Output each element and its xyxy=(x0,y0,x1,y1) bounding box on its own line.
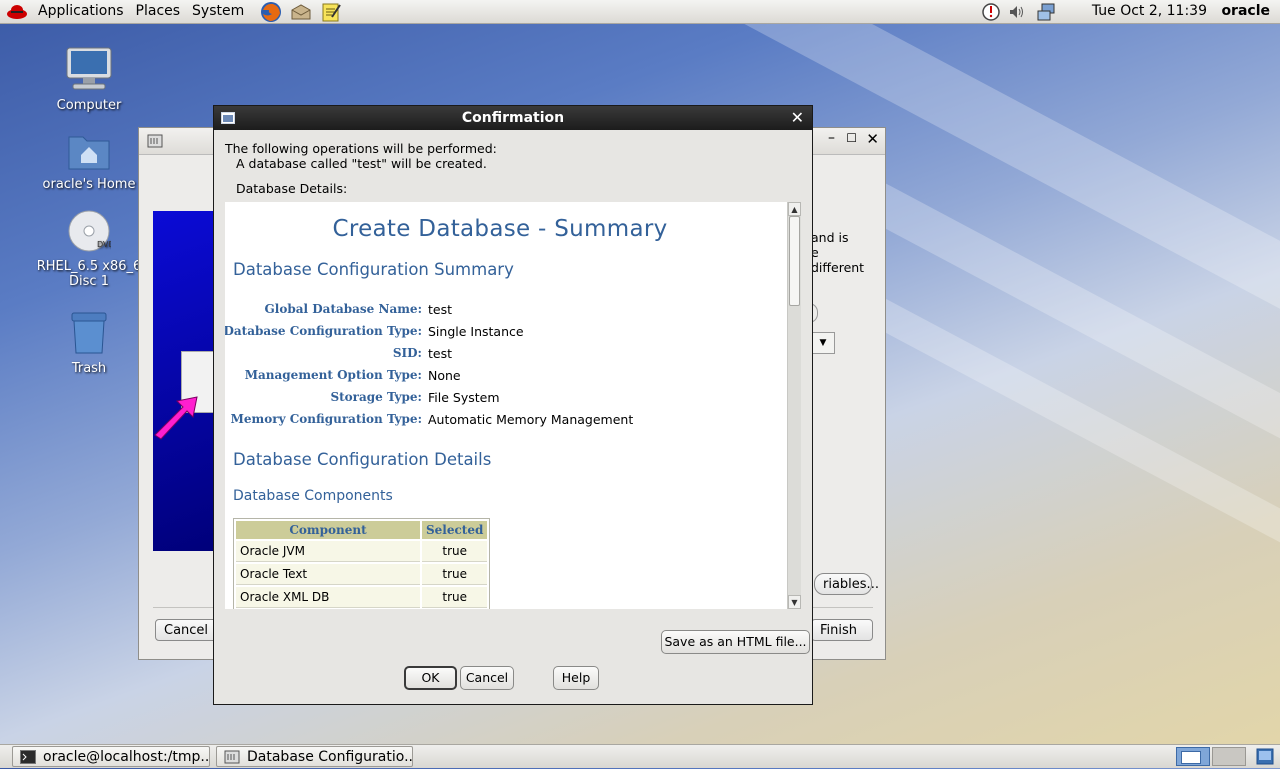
confirmation-dialog: Confirmation ✕ The following operations … xyxy=(213,105,813,705)
column-header-selected: Selected xyxy=(422,521,488,539)
wizard-image xyxy=(153,211,213,551)
details-label: Database Details: xyxy=(236,181,348,196)
dialog-titlebar[interactable]: Confirmation ✕ xyxy=(214,106,812,130)
field-value: test xyxy=(428,346,453,361)
summary-pane[interactable]: Create Database - Summary Database Confi… xyxy=(225,202,787,609)
field-label: Global Database Name: xyxy=(264,302,422,316)
dvd-icon: DVD xyxy=(29,209,149,257)
cancel-button[interactable]: Cancel xyxy=(460,666,514,690)
app-window-icon xyxy=(147,133,163,153)
menu-places[interactable]: Places xyxy=(130,0,187,24)
section-summary-heading: Database Configuration Summary xyxy=(233,260,514,279)
save-as-html-button[interactable]: Save as an HTML file... xyxy=(661,630,810,654)
workspace-2[interactable] xyxy=(1212,747,1246,766)
menu-system[interactable]: System xyxy=(186,0,250,24)
section-components-heading: Database Components xyxy=(233,488,393,504)
desktop-icon-home[interactable]: oracle's Home xyxy=(29,131,149,192)
trash-icon xyxy=(29,311,149,359)
finish-button[interactable]: Finish xyxy=(811,619,873,641)
task-dbca[interactable]: Database Configuratio... xyxy=(216,746,413,767)
table-row: Oracle XML DB true xyxy=(236,587,488,608)
minimize-icon[interactable]: – xyxy=(828,130,835,146)
task-label: Database Configuratio... xyxy=(247,749,413,765)
field-value: test xyxy=(428,302,453,317)
clock[interactable]: Tue Oct 2, 11:39 xyxy=(1092,0,1207,23)
desktop-icon-trash[interactable]: Trash xyxy=(29,311,149,376)
field-label: SID: xyxy=(392,346,422,360)
field-label: Database Configuration Type: xyxy=(225,324,422,338)
column-header-component: Component xyxy=(236,521,420,539)
terminal-icon xyxy=(20,750,36,764)
desktop-icon-computer[interactable]: Computer xyxy=(29,46,149,113)
bg-cancel-button[interactable]: Cancel xyxy=(155,619,217,641)
task-label: oracle@localhost:/tmp... xyxy=(43,749,210,765)
workspace-1[interactable] xyxy=(1176,747,1210,766)
computer-icon xyxy=(29,46,149,96)
dialog-title: Confirmation xyxy=(461,110,565,126)
bottom-panel: oracle@localhost:/tmp... Database Config… xyxy=(0,744,1280,768)
intro-line-2: A database called "test" will be created… xyxy=(236,156,487,171)
section-details-heading: Database Configuration Details xyxy=(233,450,492,469)
component-cell: Oracle Text xyxy=(236,564,420,585)
desktop-icon-label: Trash xyxy=(71,361,107,376)
desktop-icon-dvd[interactable]: DVD RHEL_6.5 x86_6 Disc 1 xyxy=(29,209,149,289)
desktop-icon-label: oracle's Home xyxy=(42,177,136,192)
selected-cell: true xyxy=(422,541,488,562)
window-icon xyxy=(221,112,235,124)
intro-line-1: The following operations will be perform… xyxy=(225,141,497,156)
selected-cell: true xyxy=(422,564,488,585)
selected-cell: true xyxy=(422,587,488,608)
task-terminal[interactable]: oracle@localhost:/tmp... xyxy=(12,746,210,767)
help-button[interactable]: Help xyxy=(553,666,599,690)
summary-main-title: Create Database - Summary xyxy=(332,216,668,242)
update-notifier-icon[interactable] xyxy=(980,1,1002,23)
svg-text:DVD: DVD xyxy=(97,240,111,249)
scroll-thumb[interactable] xyxy=(789,216,800,306)
bg-dropdown[interactable]: ▼ xyxy=(811,332,835,354)
show-desktop-icon[interactable] xyxy=(1256,748,1274,769)
component-cell: Oracle JVM xyxy=(236,541,420,562)
maximize-icon[interactable]: ☐ xyxy=(846,131,857,145)
field-value: File System xyxy=(428,390,500,405)
desktop-icon-label: Computer xyxy=(56,98,122,113)
home-folder-icon xyxy=(29,131,149,175)
field-value: None xyxy=(428,368,461,383)
network-icon[interactable] xyxy=(1036,1,1058,23)
scroll-down-arrow-icon[interactable]: ▼ xyxy=(788,595,801,609)
volume-icon[interactable] xyxy=(1006,1,1028,23)
app-window-icon xyxy=(224,750,240,764)
all-variables-button[interactable]: riables... xyxy=(814,573,879,595)
text-editor-icon[interactable] xyxy=(320,1,342,23)
summary-scrollbar[interactable]: ▲ ▼ xyxy=(787,202,801,609)
user-menu[interactable]: oracle xyxy=(1221,0,1270,23)
components-table: Component Selected Oracle JVM true Oracl… xyxy=(233,518,491,609)
firefox-icon[interactable] xyxy=(260,1,282,23)
field-label: Storage Type: xyxy=(330,390,422,404)
ok-button[interactable]: OK xyxy=(404,666,457,690)
field-value: Automatic Memory Management xyxy=(428,412,634,427)
scroll-up-arrow-icon[interactable]: ▲ xyxy=(788,202,801,216)
bg-partial-text: and is e different xyxy=(811,230,865,275)
table-header-row: Component Selected xyxy=(236,521,488,539)
close-icon[interactable]: ✕ xyxy=(791,106,804,130)
redhat-logo-icon[interactable] xyxy=(6,1,28,23)
field-value: Single Instance xyxy=(428,324,524,339)
field-label: Memory Configuration Type: xyxy=(230,412,422,426)
table-row: Oracle JVM true xyxy=(236,541,488,562)
field-label: Management Option Type: xyxy=(244,368,422,382)
menu-applications[interactable]: Applications xyxy=(32,0,130,24)
desktop-icon-label: RHEL_6.5 x86_6 Disc 1 xyxy=(36,259,142,289)
close-icon[interactable]: ✕ xyxy=(866,130,879,148)
mail-icon[interactable] xyxy=(290,1,312,23)
top-panel: Applications Places System Tue Oct 2, 11… xyxy=(0,0,1280,24)
component-cell: Oracle XML DB xyxy=(236,587,420,608)
table-row: Oracle Text true xyxy=(236,564,488,585)
